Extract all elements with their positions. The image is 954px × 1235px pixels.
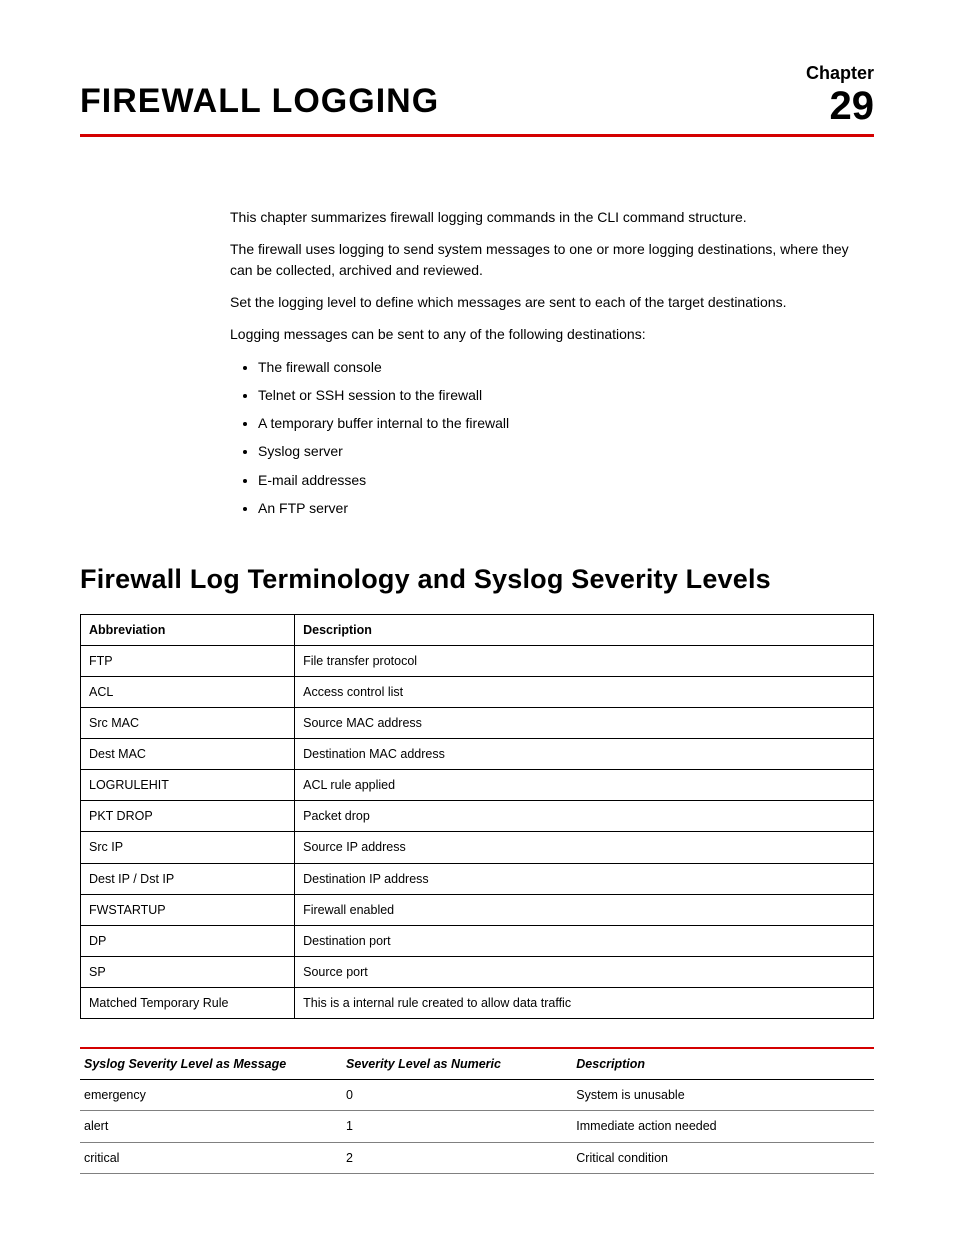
table-row: Dest MACDestination MAC address [81,739,874,770]
intro-section: This chapter summarizes firewall logging… [230,207,864,518]
table-row: FWSTARTUPFirewall enabled [81,894,874,925]
cell-desc: File transfer protocol [295,645,874,676]
syslog-table: Syslog Severity Level as Message Severit… [80,1047,874,1174]
table-row: PKT DROPPacket drop [81,801,874,832]
list-item: Syslog server [258,441,864,461]
cell-numeric: 1 [342,1111,572,1142]
table-row: Src MACSource MAC address [81,707,874,738]
table-header: Severity Level as Numeric [342,1048,572,1080]
table-row: LOGRULEHITACL rule applied [81,770,874,801]
cell-abbrev: Src IP [81,832,295,863]
cell-message: critical [80,1142,342,1173]
table-row: SPSource port [81,956,874,987]
cell-abbrev: DP [81,925,295,956]
cell-desc: Source MAC address [295,707,874,738]
cell-abbrev: PKT DROP [81,801,295,832]
chapter-title: FIREWALL LOGGING [80,77,439,126]
cell-desc: Destination IP address [295,863,874,894]
cell-abbrev: Src MAC [81,707,295,738]
table-header-row: Abbreviation Description [81,614,874,645]
table-row: critical2Critical condition [80,1142,874,1173]
section-title: Firewall Log Terminology and Syslog Seve… [80,560,874,599]
cell-abbrev: FTP [81,645,295,676]
cell-abbrev: Dest MAC [81,739,295,770]
destinations-list: The firewall console Telnet or SSH sessi… [230,357,864,519]
cell-desc: Destination port [295,925,874,956]
list-item: A temporary buffer internal to the firew… [258,413,864,433]
list-item: E-mail addresses [258,470,864,490]
cell-desc: Immediate action needed [572,1111,874,1142]
cell-message: alert [80,1111,342,1142]
cell-desc: Critical condition [572,1142,874,1173]
table-header: Description [572,1048,874,1080]
cell-desc: Access control list [295,676,874,707]
cell-desc: This is a internal rule created to allow… [295,988,874,1019]
list-item: Telnet or SSH session to the firewall [258,385,864,405]
terminology-table: Abbreviation Description FTPFile transfe… [80,614,874,1020]
cell-abbrev: FWSTARTUP [81,894,295,925]
intro-paragraph: Set the logging level to define which me… [230,292,864,312]
table-header: Abbreviation [81,614,295,645]
table-row: Src IPSource IP address [81,832,874,863]
cell-message: emergency [80,1080,342,1111]
table-row: ACLAccess control list [81,676,874,707]
table-row: Dest IP / Dst IPDestination IP address [81,863,874,894]
intro-paragraph: Logging messages can be sent to any of t… [230,324,864,344]
chapter-header: FIREWALL LOGGING Chapter 29 [80,60,874,137]
cell-desc: ACL rule applied [295,770,874,801]
cell-desc: Source IP address [295,832,874,863]
cell-desc: Packet drop [295,801,874,832]
cell-desc: Destination MAC address [295,739,874,770]
cell-desc: Firewall enabled [295,894,874,925]
cell-abbrev: Matched Temporary Rule [81,988,295,1019]
list-item: An FTP server [258,498,864,518]
intro-paragraph: The firewall uses logging to send system… [230,239,864,280]
cell-abbrev: SP [81,956,295,987]
cell-numeric: 2 [342,1142,572,1173]
cell-desc: Source port [295,956,874,987]
chapter-block: Chapter 29 [806,60,874,126]
table-row: Matched Temporary RuleThis is a internal… [81,988,874,1019]
cell-numeric: 0 [342,1080,572,1111]
table-header: Syslog Severity Level as Message [80,1048,342,1080]
table-row: FTPFile transfer protocol [81,645,874,676]
list-item: The firewall console [258,357,864,377]
table-header-row: Syslog Severity Level as Message Severit… [80,1048,874,1080]
cell-abbrev: ACL [81,676,295,707]
cell-abbrev: Dest IP / Dst IP [81,863,295,894]
cell-abbrev: LOGRULEHIT [81,770,295,801]
cell-desc: System is unusable [572,1080,874,1111]
intro-paragraph: This chapter summarizes firewall logging… [230,207,864,227]
table-row: DPDestination port [81,925,874,956]
table-header: Description [295,614,874,645]
chapter-label: Chapter [806,60,874,86]
table-row: emergency0System is unusable [80,1080,874,1111]
table-row: alert1Immediate action needed [80,1111,874,1142]
chapter-number: 29 [806,86,874,126]
